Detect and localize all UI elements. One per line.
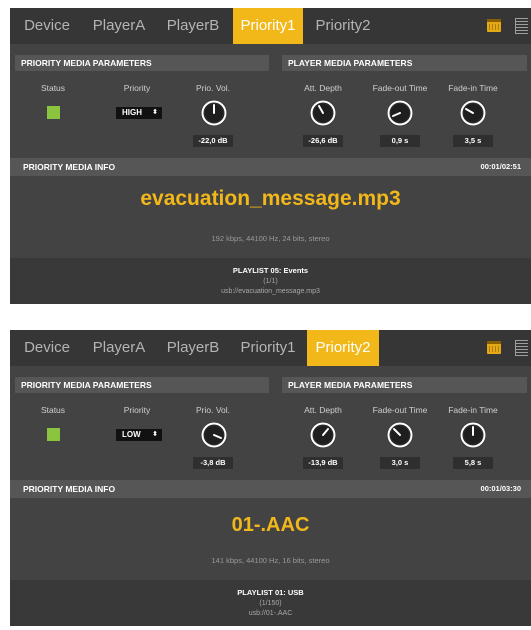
tab-priority1[interactable]: Priority1: [233, 330, 303, 366]
playlist-path: usb://01-.AAC: [248, 610, 293, 617]
playlist-footer: PLAYLIST 05: Events (1/1) usb://evacuati…: [10, 258, 531, 304]
playlist-count: (1/1): [263, 278, 278, 285]
prio-vol-label: Prio. Vol.: [195, 405, 231, 415]
media-info-header: PRIORITY MEDIA INFO 00:01/02:51: [10, 158, 531, 176]
fade-out-value: 3,0 s: [380, 457, 420, 469]
playlist-name: PLAYLIST 01: USB: [237, 588, 304, 597]
tab-bar: Device PlayerA PlayerB Priority1 Priorit…: [10, 330, 531, 366]
tab-playerb[interactable]: PlayerB: [160, 8, 226, 44]
fade-in-value: 3,5 s: [453, 135, 493, 147]
att-depth-knob-icon[interactable]: [309, 421, 337, 449]
prio-vol-value: -3,8 dB: [193, 457, 233, 469]
playlist-count: (1/150): [259, 600, 282, 607]
tab-priority1[interactable]: Priority1: [233, 8, 303, 44]
player-params-header: PLAYER MEDIA PARAMETERS: [282, 55, 527, 71]
prio-vol-knob-icon[interactable]: [200, 99, 228, 127]
prio-vol-knob-icon[interactable]: [200, 421, 228, 449]
priority-select[interactable]: HIGH ⬍: [116, 107, 162, 119]
tab-device[interactable]: Device: [16, 330, 78, 366]
fade-in-knob-icon[interactable]: [459, 99, 487, 127]
att-depth-value: -26,6 dB: [303, 135, 343, 147]
playlist-path: usb://evacuation_message.mp3: [221, 288, 320, 295]
tab-bar: Device PlayerA PlayerB Priority1 Priorit…: [10, 8, 531, 44]
status-label: Status: [40, 83, 66, 93]
player-params-header: PLAYER MEDIA PARAMETERS: [282, 377, 527, 393]
list-icon[interactable]: [515, 18, 528, 34]
status-indicator[interactable]: [47, 428, 60, 441]
tab-priority2[interactable]: Priority2: [307, 8, 379, 44]
media-info-header: PRIORITY MEDIA INFO 00:01/03:30: [10, 480, 531, 498]
priority-params-header: PRIORITY MEDIA PARAMETERS: [15, 377, 269, 393]
tab-playerb[interactable]: PlayerB: [160, 330, 226, 366]
status-indicator[interactable]: [47, 106, 60, 119]
fade-in-knob-icon[interactable]: [459, 421, 487, 449]
tab-device[interactable]: Device: [16, 8, 78, 44]
playback-time: 00:01/02:51: [480, 162, 521, 171]
prio-vol-value: -22,0 dB: [193, 135, 233, 147]
calendar-icon[interactable]: [487, 341, 501, 354]
att-depth-value: -13,9 dB: [303, 457, 343, 469]
fade-in-label: Fade-in Time: [448, 405, 498, 415]
fade-out-knob-icon[interactable]: [386, 421, 414, 449]
media-filename: evacuation_message.mp3: [140, 187, 401, 210]
playlist-footer: PLAYLIST 01: USB (1/150) usb://01-.AAC: [10, 580, 531, 626]
media-filename: 01-.AAC: [231, 514, 310, 536]
list-icon[interactable]: [515, 340, 528, 356]
priority-params-header: PRIORITY MEDIA PARAMETERS: [15, 55, 269, 71]
media-fileinfo: 141 kbps, 44100 Hz, 16 bits, stereo: [211, 556, 330, 565]
status-label: Status: [40, 405, 66, 415]
fade-in-value: 5,8 s: [453, 457, 493, 469]
tab-playera[interactable]: PlayerA: [86, 330, 152, 366]
prio-vol-label: Prio. Vol.: [195, 83, 231, 93]
player-panel-priority2: Device PlayerA PlayerB Priority1 Priorit…: [10, 330, 531, 626]
att-depth-knob-icon[interactable]: [309, 99, 337, 127]
fade-out-knob-icon[interactable]: [386, 99, 414, 127]
tab-priority2[interactable]: Priority2: [307, 330, 379, 366]
priority-select[interactable]: LOW ⬍: [116, 429, 162, 441]
tab-playera[interactable]: PlayerA: [86, 8, 152, 44]
playback-time: 00:01/03:30: [480, 484, 521, 493]
fade-in-label: Fade-in Time: [448, 83, 498, 93]
calendar-icon[interactable]: [487, 19, 501, 32]
media-fileinfo: 192 kbps, 44100 Hz, 24 bits, stereo: [211, 234, 330, 243]
playlist-name: PLAYLIST 05: Events: [232, 266, 309, 275]
player-panel-priority1: Device PlayerA PlayerB Priority1 Priorit…: [10, 8, 531, 304]
fade-out-value: 0,9 s: [380, 135, 420, 147]
